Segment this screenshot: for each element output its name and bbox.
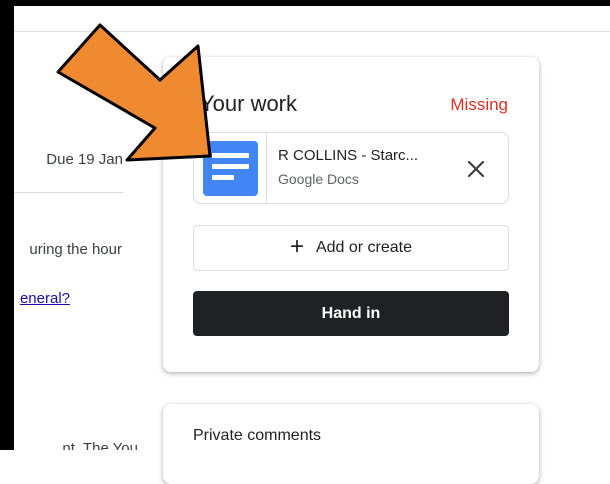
- annotation-arrow: [56, 23, 212, 162]
